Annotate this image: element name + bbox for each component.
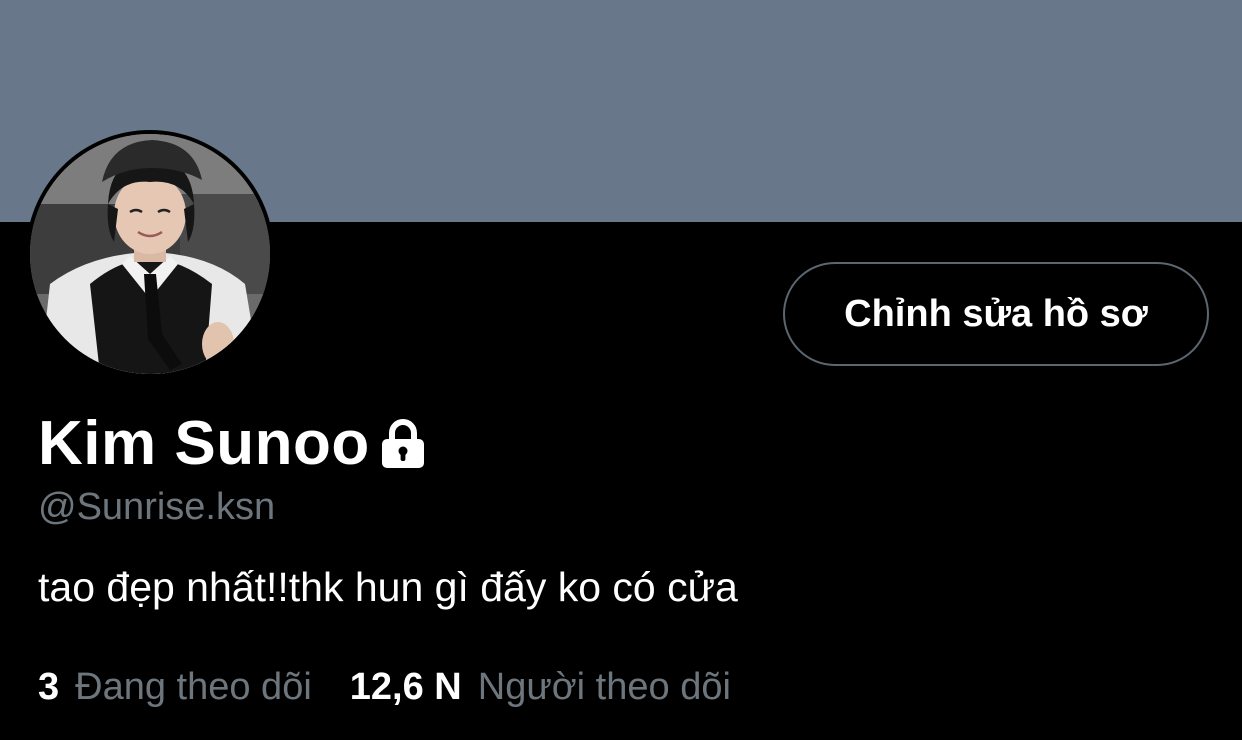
followers-count: 12,6 N (349, 666, 462, 708)
profile-stats: 3 Đang theo dõi 12,6 N Người theo dõi (38, 662, 731, 712)
avatar[interactable] (30, 134, 270, 374)
edit-profile-button[interactable]: Chỉnh sửa hồ sơ (783, 262, 1209, 366)
profile-handle: @Sunrise.ksn (38, 486, 276, 528)
edit-profile-label: Chỉnh sửa hồ sơ (844, 292, 1148, 335)
profile-page: Chỉnh sửa hồ sơ Kim Sunoo @Sunrise.ksn t… (0, 0, 1242, 740)
followers-label: Người theo dõi (477, 666, 731, 708)
following-label: Đang theo dõi (75, 666, 312, 708)
followers-stat[interactable]: 12,6 N Người theo dõi (350, 662, 731, 712)
avatar-photo (30, 134, 270, 374)
profile-bio: tao đẹp nhất!!thk hun gì đấy ko có cửa (38, 564, 738, 610)
name-row: Kim Sunoo (38, 404, 428, 484)
following-stat[interactable]: 3 Đang theo dõi (38, 662, 312, 712)
lock-icon (378, 418, 428, 470)
following-count: 3 (38, 666, 60, 708)
display-name: Kim Sunoo (38, 409, 370, 478)
